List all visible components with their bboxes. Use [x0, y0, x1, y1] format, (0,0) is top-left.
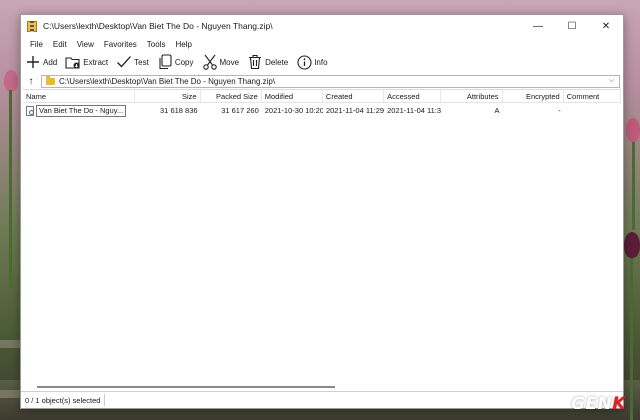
add-label: Add: [43, 57, 58, 67]
column-header: Name Size Packed Size Modified Created A…: [23, 90, 621, 103]
status-text: 0 / 1 object(s) selected: [25, 395, 101, 405]
zip-app-icon: [27, 20, 37, 32]
move-label: Move: [219, 57, 240, 67]
move-button[interactable]: Move: [202, 52, 240, 72]
column-created[interactable]: Created: [323, 90, 385, 102]
menu-bar: File Edit View Favorites Tools Help: [21, 37, 623, 51]
column-attributes[interactable]: Attributes: [441, 90, 503, 102]
column-accessed[interactable]: Accessed: [384, 90, 442, 102]
scrollbar-thumb[interactable]: [37, 386, 335, 388]
delete-button[interactable]: Delete: [247, 52, 288, 72]
menu-file[interactable]: File: [25, 40, 48, 49]
column-name[interactable]: Name: [23, 90, 136, 102]
file-name-edit-field[interactable]: Van Biet The Do - Nguy...: [36, 104, 127, 117]
menu-tools[interactable]: Tools: [142, 40, 171, 49]
genk-watermark-logo: GENK: [571, 394, 626, 414]
table-row[interactable]: Van Biet The Do - Nguy... 31 618 836 31 …: [23, 104, 621, 117]
column-encrypted[interactable]: Encrypted: [503, 90, 564, 102]
accessed-cell: 2021-11-04 11:31: [387, 106, 442, 115]
file-list: Name Size Packed Size Modified Created A…: [23, 89, 621, 392]
title-bar[interactable]: C:\Users\lexth\Desktop\Van Biet The Do -…: [21, 15, 623, 37]
delete-label: Delete: [265, 57, 289, 67]
column-comment[interactable]: Comment: [564, 90, 621, 102]
scissors-icon: [202, 54, 218, 70]
status-bar: 0 / 1 object(s) selected: [21, 391, 623, 408]
packed-size-cell: 31 617 260: [221, 106, 259, 115]
trash-icon: [247, 54, 263, 70]
modified-cell: 2021-10-30 10:20: [264, 106, 323, 115]
maximize-button[interactable]: ☐: [555, 15, 589, 37]
up-arrow-icon[interactable]: ↑: [25, 76, 37, 87]
path-text: C:\Users\lexth\Desktop\Van Biet The Do -…: [59, 76, 276, 86]
watermark-text: GENK: [571, 394, 626, 414]
folder-icon: [46, 75, 55, 85]
address-bar: ↑ C:\Users\lexth\Desktop\Van Biet The Do…: [21, 74, 623, 88]
menu-favorites[interactable]: Favorites: [99, 40, 142, 49]
info-button[interactable]: Info: [296, 52, 328, 72]
info-icon: [296, 54, 312, 70]
plus-icon: [25, 54, 41, 70]
window-title: C:\Users\lexth\Desktop\Van Biet The Do -…: [43, 21, 273, 31]
comment-cell: [564, 104, 621, 117]
name-cell[interactable]: Van Biet The Do - Nguy...: [23, 104, 135, 117]
column-packed-size[interactable]: Packed Size: [201, 90, 262, 102]
menu-view[interactable]: View: [72, 40, 99, 49]
column-size[interactable]: Size: [135, 90, 201, 102]
info-label: Info: [314, 57, 328, 67]
copy-label: Copy: [174, 57, 194, 67]
created-cell: 2021-11-04 11:29: [325, 106, 385, 115]
status-divider: [104, 394, 106, 406]
copy-button[interactable]: Copy: [157, 52, 194, 72]
toolbar: Add Extract Test Copy Move Delete Info: [21, 51, 623, 73]
extract-folder-icon: [65, 54, 81, 70]
file-icon: [26, 105, 34, 116]
size-cell: 31 618 836: [160, 106, 198, 115]
extract-button[interactable]: Extract: [65, 52, 108, 72]
column-modified[interactable]: Modified: [262, 90, 323, 102]
encrypted-cell: -: [558, 106, 561, 115]
close-button[interactable]: ✕: [589, 15, 623, 37]
minimize-button[interactable]: —: [521, 15, 555, 37]
extract-label: Extract: [83, 57, 109, 67]
path-input[interactable]: C:\Users\lexth\Desktop\Van Biet The Do -…: [41, 74, 620, 88]
add-button[interactable]: Add: [25, 52, 57, 72]
menu-edit[interactable]: Edit: [48, 40, 72, 49]
archive-window: C:\Users\lexth\Desktop\Van Biet The Do -…: [20, 14, 624, 409]
attributes-cell: A: [494, 106, 500, 115]
chevron-down-icon[interactable]: ⌵: [609, 77, 619, 85]
menu-help[interactable]: Help: [170, 40, 196, 49]
checkmark-icon: [116, 54, 132, 70]
copy-icon: [157, 54, 173, 70]
test-button[interactable]: Test: [116, 52, 149, 72]
test-label: Test: [134, 57, 149, 67]
